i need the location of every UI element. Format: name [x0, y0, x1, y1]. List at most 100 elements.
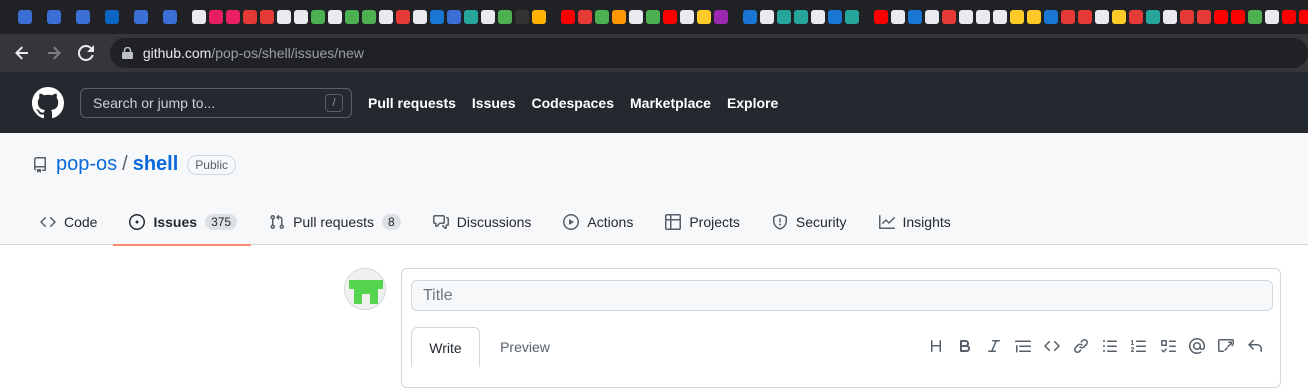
bookmark-favicon-icon[interactable]	[243, 10, 257, 24]
tab-write[interactable]: Write	[411, 327, 480, 367]
link-icon[interactable]	[1066, 335, 1095, 357]
quote-icon[interactable]	[1008, 335, 1037, 357]
tab-discussions[interactable]: Discussions	[417, 199, 546, 245]
bookmark-favicon-icon[interactable]	[595, 10, 609, 24]
repo-name-link[interactable]: shell	[133, 153, 179, 176]
task-list-icon[interactable]	[1153, 335, 1182, 357]
bookmark-favicon-icon[interactable]	[294, 10, 308, 24]
bookmark-favicon-icon[interactable]	[379, 10, 393, 24]
bookmark-favicon-icon[interactable]	[959, 10, 973, 24]
bookmark-favicon-icon[interactable]	[1163, 10, 1177, 24]
bookmark-favicon-icon[interactable]	[464, 10, 478, 24]
ordered-list-icon[interactable]	[1124, 335, 1153, 357]
bookmark-favicon-icon[interactable]	[874, 10, 888, 24]
bookmark-favicon-icon[interactable]	[47, 10, 61, 24]
address-bar[interactable]: github.com/pop-os/shell/issues/new	[109, 38, 1308, 68]
reply-icon[interactable]	[1240, 335, 1269, 357]
bookmark-favicon-icon[interactable]	[1146, 10, 1160, 24]
bookmark-favicon-icon[interactable]	[646, 10, 660, 24]
bookmark-favicon-icon[interactable]	[1078, 10, 1092, 24]
bookmark-favicon-icon[interactable]	[209, 10, 223, 24]
tab-projects[interactable]: Projects	[649, 199, 754, 245]
bookmark-favicon-icon[interactable]	[828, 10, 842, 24]
bold-icon[interactable]	[950, 335, 979, 357]
bookmark-favicon-icon[interactable]	[777, 10, 791, 24]
reference-icon[interactable]	[1211, 335, 1240, 357]
nav-explore[interactable]: Explore	[727, 95, 778, 111]
bookmark-favicon-icon[interactable]	[1197, 10, 1211, 24]
nav-issues[interactable]: Issues	[472, 95, 516, 111]
bookmark-favicon-icon[interactable]	[811, 10, 825, 24]
bookmark-favicon-icon[interactable]	[226, 10, 240, 24]
bookmark-favicon-icon[interactable]	[760, 10, 774, 24]
bookmark-favicon-icon[interactable]	[942, 10, 956, 24]
bookmark-favicon-icon[interactable]	[345, 10, 359, 24]
heading-icon[interactable]	[921, 335, 950, 357]
bookmark-favicon-icon[interactable]	[1282, 10, 1296, 24]
bookmark-favicon-icon[interactable]	[1112, 10, 1126, 24]
bookmark-favicon-icon[interactable]	[396, 10, 410, 24]
code-icon[interactable]	[1037, 335, 1066, 357]
tab-code[interactable]: Code	[24, 199, 111, 245]
bookmark-favicon-icon[interactable]	[663, 10, 677, 24]
bookmark-favicon-icon[interactable]	[192, 10, 206, 24]
bookmark-favicon-icon[interactable]	[1044, 10, 1058, 24]
nav-codespaces[interactable]: Codespaces	[532, 95, 614, 111]
bookmark-favicon-icon[interactable]	[976, 10, 990, 24]
bookmark-favicon-icon[interactable]	[413, 10, 427, 24]
italic-icon[interactable]	[979, 335, 1008, 357]
bookmark-favicon-icon[interactable]	[311, 10, 325, 24]
bookmark-favicon-icon[interactable]	[532, 10, 546, 24]
bookmark-favicon-icon[interactable]	[1095, 10, 1109, 24]
bookmark-favicon-icon[interactable]	[908, 10, 922, 24]
bookmark-favicon-icon[interactable]	[481, 10, 495, 24]
bookmark-favicon-icon[interactable]	[515, 10, 529, 24]
search-input[interactable]: Search or jump to... /	[80, 87, 352, 118]
bookmark-favicon-icon[interactable]	[277, 10, 291, 24]
unordered-list-icon[interactable]	[1095, 335, 1124, 357]
tab-pull-requests[interactable]: Pull requests 8	[253, 199, 415, 245]
tab-actions[interactable]: Actions	[547, 199, 647, 245]
bookmark-favicon-icon[interactable]	[891, 10, 905, 24]
nav-marketplace[interactable]: Marketplace	[630, 95, 711, 111]
bookmark-favicon-icon[interactable]	[260, 10, 274, 24]
bookmark-favicon-icon[interactable]	[362, 10, 376, 24]
bookmark-favicon-icon[interactable]	[845, 10, 859, 24]
bookmark-favicon-icon[interactable]	[430, 10, 444, 24]
bookmark-favicon-icon[interactable]	[447, 10, 461, 24]
bookmark-favicon-icon[interactable]	[328, 10, 342, 24]
reload-button[interactable]	[70, 37, 102, 69]
bookmark-favicon-icon[interactable]	[1248, 10, 1262, 24]
bookmark-favicon-icon[interactable]	[697, 10, 711, 24]
mention-icon[interactable]	[1182, 335, 1211, 357]
bookmark-favicon-icon[interactable]	[1129, 10, 1143, 24]
bookmark-favicon-icon[interactable]	[925, 10, 939, 24]
bookmark-favicon-icon[interactable]	[561, 10, 575, 24]
tab-preview[interactable]: Preview	[490, 327, 560, 367]
issue-title-input[interactable]	[411, 280, 1273, 311]
bookmark-favicon-icon[interactable]	[578, 10, 592, 24]
bookmark-favicon-icon[interactable]	[714, 10, 728, 24]
tab-insights[interactable]: Insights	[863, 199, 965, 245]
bookmark-favicon-icon[interactable]	[743, 10, 757, 24]
bookmark-favicon-icon[interactable]	[76, 10, 90, 24]
tab-security[interactable]: Security	[756, 199, 861, 245]
bookmark-favicon-icon[interactable]	[993, 10, 1007, 24]
forward-button[interactable]	[38, 37, 70, 69]
bookmark-favicon-icon[interactable]	[629, 10, 643, 24]
bookmark-favicon-icon[interactable]	[1265, 10, 1279, 24]
bookmark-favicon-icon[interactable]	[1010, 10, 1024, 24]
bookmark-favicon-icon[interactable]	[1231, 10, 1245, 24]
back-button[interactable]	[6, 37, 38, 69]
bookmark-favicon-icon[interactable]	[1214, 10, 1228, 24]
bookmark-favicon-icon[interactable]	[1180, 10, 1194, 24]
bookmark-favicon-icon[interactable]	[163, 10, 177, 24]
bookmark-favicon-icon[interactable]	[498, 10, 512, 24]
tab-issues[interactable]: Issues 375	[113, 199, 251, 246]
nav-pull-requests[interactable]: Pull requests	[368, 95, 456, 111]
bookmark-favicon-icon[interactable]	[105, 10, 119, 24]
repo-owner-link[interactable]: pop-os	[56, 153, 117, 176]
bookmark-favicon-icon[interactable]	[1299, 10, 1308, 24]
bookmark-favicon-icon[interactable]	[18, 10, 32, 24]
github-logo-icon[interactable]	[32, 86, 64, 119]
